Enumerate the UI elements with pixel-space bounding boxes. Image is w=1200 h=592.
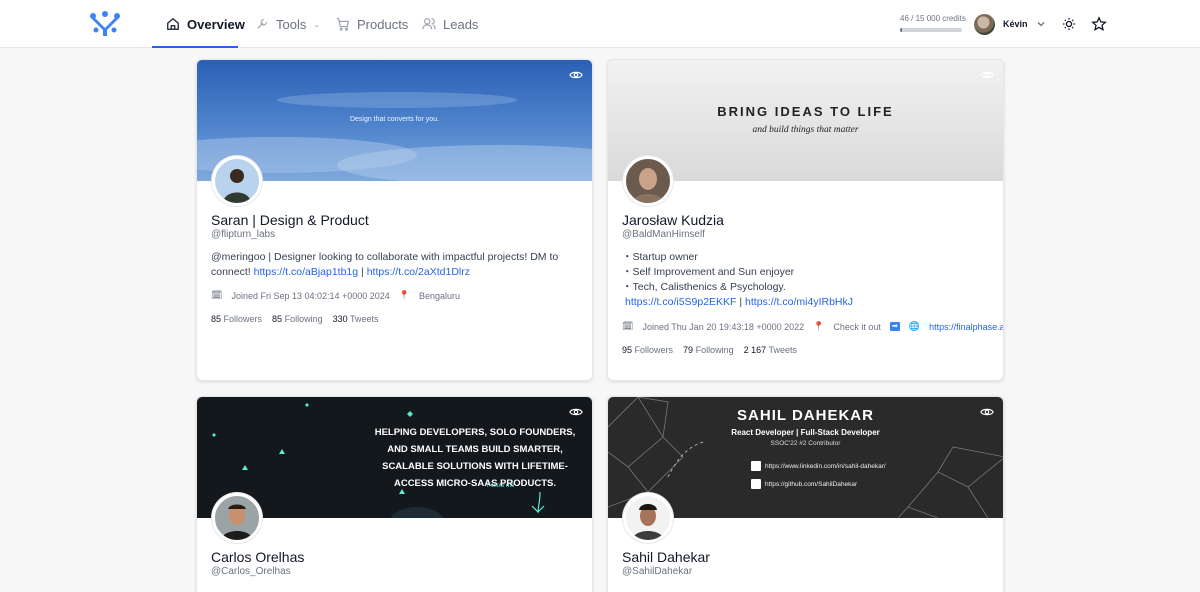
eye-icon[interactable] <box>569 68 583 82</box>
avatar <box>974 13 995 35</box>
profile-stats: 95 Followers 79 Following 2 167 Tweets <box>622 345 797 355</box>
credits-meter: 46 / 15 000 credits <box>900 14 966 32</box>
globe-icon: 🌐 <box>908 321 921 331</box>
avatar-photo <box>221 504 253 540</box>
pin-icon: 📍 <box>398 290 411 300</box>
credits-fill <box>900 28 902 32</box>
profile-name: Saran | Design & Product <box>211 212 369 228</box>
profile-handle[interactable]: @flipturn_labs <box>211 229 275 240</box>
bio-link[interactable]: https://t.co/aBjap1tb1g <box>254 266 359 278</box>
nav-products-label: Products <box>357 16 409 32</box>
nav-leads[interactable]: Leads <box>422 0 478 48</box>
credits-text: 46 / 15 000 credits <box>900 14 966 23</box>
tweets-stat: 330 Tweets <box>332 314 379 324</box>
profile-card[interactable]: BRING IDEAS TO LIFE and build things tha… <box>607 59 1004 381</box>
avatar-photo <box>223 169 251 203</box>
eye-icon[interactable] <box>980 68 994 82</box>
location: Bengaluru <box>419 290 461 301</box>
profile-handle[interactable]: @SahilDahekar <box>622 566 692 577</box>
github-icon <box>751 479 761 489</box>
profile-name: Carlos Orelhas <box>211 549 305 565</box>
nav-tools-label: Tools <box>276 16 307 32</box>
tweets-stat: 2 167 Tweets <box>743 345 797 355</box>
nav-overview-label: Overview <box>187 16 245 32</box>
profile-stats: 85 Followers 85 Following 330 Tweets <box>211 314 379 324</box>
avatar[interactable] <box>212 493 262 543</box>
user-menu[interactable]: Kévin <box>974 13 1046 35</box>
profile-banner: HELPING DEVELOPERS, SOLO FOUNDERS, AND S… <box>197 397 592 518</box>
profile-bio: ・Startup owner ・Self Improvement and Sun… <box>622 250 982 310</box>
profile-name: Sahil Dahekar <box>622 549 710 565</box>
avatar[interactable] <box>623 156 673 206</box>
avatar[interactable] <box>212 156 262 206</box>
banner-text: HELPING DEVELOPERS, SOLO FOUNDERS, AND S… <box>374 427 576 489</box>
banner-subtitle: React Developer | Full-Stack Developer <box>731 428 880 437</box>
chevron-down-icon: ⌄ <box>313 19 321 29</box>
bio-line: ・Tech, Calisthenics & Psychology. <box>622 281 786 293</box>
users-icon <box>422 18 436 30</box>
avatar-photo <box>632 168 664 203</box>
banner-title: SAHIL DAHEKAR <box>737 407 874 424</box>
profile-bio: @meringoo | Designer looking to collabor… <box>211 250 571 280</box>
nav-overview[interactable]: Overview <box>166 0 245 48</box>
calendar-icon: 🗓 <box>211 290 223 300</box>
nav-products[interactable]: Products <box>336 0 408 48</box>
eye-icon[interactable] <box>569 405 583 419</box>
banner-follow-text: Follow me <box>487 483 515 489</box>
nav-tools[interactable]: Tools ⌄ <box>255 0 320 48</box>
bio-link[interactable]: https://t.co/i5S9p2EKKF <box>625 296 736 308</box>
profile-card[interactable]: HELPING DEVELOPERS, SOLO FOUNDERS, AND S… <box>196 396 593 592</box>
credits-bar <box>900 28 962 32</box>
profile-name: Jarosław Kudzia <box>622 212 724 228</box>
banner-linkedin: https://www.linkedin.com/in/sahil-daheka… <box>751 461 886 471</box>
cart-icon <box>336 18 349 31</box>
bio-separator: | <box>358 266 367 278</box>
arrow-right-icon: ➡ <box>889 322 900 331</box>
calendar-icon: 🗓 <box>622 321 634 331</box>
banner-subtitle-2: SSOC'22 #2 Contributor <box>770 440 841 447</box>
nav-leads-label: Leads <box>443 16 479 32</box>
followers-stat: 85 Followers <box>211 314 263 324</box>
location: Check it out <box>833 321 881 332</box>
logo[interactable] <box>88 10 122 38</box>
joined-date: Joined Thu Jan 20 19:43:18 +0000 2022 <box>642 321 805 332</box>
wrench-icon <box>257 19 267 29</box>
bio-link[interactable]: https://t.co/2aXtd1Dlrz <box>367 266 470 278</box>
star-icon[interactable] <box>1091 16 1107 32</box>
linkedin-icon <box>751 461 761 471</box>
bio-line: ・Self Improvement and Sun enjoyer <box>622 266 795 278</box>
user-name: Kévin <box>1003 19 1028 29</box>
following-stat: 85 Following <box>272 314 323 324</box>
avatar-photo <box>632 504 664 540</box>
profile-meta: 🗓 Joined Thu Jan 20 19:43:18 +0000 2022 … <box>622 321 1003 332</box>
profile-banner: BRING IDEAS TO LIFE and build things tha… <box>608 60 1003 181</box>
profile-meta: 🗓 Joined Fri Sep 13 04:02:14 +0000 2024 … <box>211 290 460 301</box>
profile-handle[interactable]: @BaldManHimself <box>622 229 705 240</box>
profile-card[interactable]: SAHIL DAHEKAR React Developer | Full-Sta… <box>607 396 1004 592</box>
bio-link[interactable]: https://t.co/mi4yIRbHkJ <box>745 296 853 308</box>
banner-subtitle: and build things that matter <box>752 125 859 135</box>
active-tab-indicator <box>152 46 238 48</box>
banner-title: BRING IDEAS TO LIFE <box>717 104 894 119</box>
website-link[interactable]: https://finalphase.app <box>929 322 1003 332</box>
bio-line: ・Startup owner <box>622 251 698 263</box>
profile-card[interactable]: Design that converts for you. Saran | De… <box>196 59 593 381</box>
banner-text: Design that converts for you. <box>349 116 440 123</box>
sun-icon[interactable] <box>1061 16 1077 32</box>
bio-separator: | <box>736 296 746 308</box>
joined-date: Joined Fri Sep 13 04:02:14 +0000 2024 <box>231 290 390 301</box>
pin-icon: 📍 <box>813 321 825 331</box>
avatar[interactable] <box>623 493 673 543</box>
banner-github: https://github.com/SahilDahekar <box>751 479 857 489</box>
home-icon <box>167 17 179 30</box>
profile-handle[interactable]: @Carlos_Orelhas <box>211 566 291 577</box>
following-stat: 79 Following <box>683 345 734 355</box>
profile-banner: SAHIL DAHEKAR React Developer | Full-Sta… <box>608 397 1003 518</box>
eye-icon[interactable] <box>980 405 994 419</box>
profile-banner: Design that converts for you. <box>197 60 592 181</box>
top-navbar: Overview Tools ⌄ Products Leads 46 / 15 … <box>0 0 1200 48</box>
followers-stat: 95 Followers <box>622 345 674 355</box>
chevron-down-icon <box>1037 22 1044 27</box>
